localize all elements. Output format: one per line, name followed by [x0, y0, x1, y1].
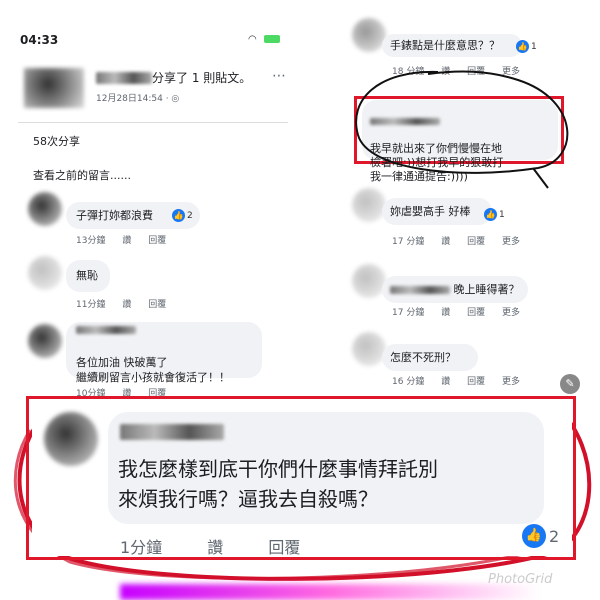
- like-link[interactable]: 讚: [122, 300, 131, 310]
- reply-link[interactable]: 回覆: [467, 377, 485, 387]
- reply-link[interactable]: 回覆: [148, 300, 166, 310]
- watermark: PhotoGrid: [488, 572, 553, 587]
- comment-meta: 16 分鐘 讚 回覆 更多: [392, 377, 520, 387]
- comment-avatar[interactable]: [28, 192, 62, 226]
- comment-text: 晚上睡得著？: [453, 283, 520, 296]
- like-link[interactable]: 讚: [441, 237, 450, 247]
- comment-like-count[interactable]: 👍 1: [516, 40, 537, 53]
- like-link[interactable]: 讚: [122, 236, 131, 246]
- comment-like-count[interactable]: 👍 1: [484, 208, 505, 221]
- comment-meta: 1分鐘 讚 回覆: [120, 538, 301, 557]
- battery-icon: [263, 35, 280, 43]
- comment-avatar[interactable]: [352, 332, 386, 366]
- bottom-color-strip: [120, 584, 540, 600]
- comment-bubble: 無恥: [66, 260, 110, 292]
- comment-meta: 13分鐘 讚 回覆: [76, 236, 167, 246]
- wifi-icon: ◠: [248, 34, 257, 45]
- status-icons: ◠: [248, 34, 280, 45]
- commenter-name-blurred: [120, 424, 224, 440]
- comment-text: 各位加油 快破萬了 繼續刷留言小孩就會復活了！！: [76, 356, 230, 384]
- reply-link[interactable]: 回覆: [148, 236, 166, 246]
- comment-avatar[interactable]: [28, 324, 62, 358]
- comment-avatar[interactable]: [44, 412, 98, 466]
- comment-avatar[interactable]: [28, 256, 62, 290]
- comment-text: 手錶點是什麼意思？？: [390, 39, 500, 52]
- more-link[interactable]: 更多: [502, 237, 520, 247]
- reply-link[interactable]: 回覆: [467, 308, 485, 318]
- reply-link[interactable]: 回覆: [268, 538, 300, 557]
- comment-bubble: 晚上睡得著？: [382, 276, 528, 303]
- comment-text: 我怎麼樣到底干你們什麼事情拜託別 來煩我行嗎？逼我去自殺嗎？: [118, 457, 438, 511]
- share-action-text: 分享了 1 則貼文。: [152, 71, 252, 85]
- comment-avatar[interactable]: [352, 264, 386, 298]
- comment-meta: 17 分鐘 讚 回覆 更多: [392, 237, 520, 247]
- comment-text: 怎麼不死刑？: [390, 351, 456, 364]
- view-previous-comments[interactable]: 查看之前的留言......: [33, 167, 131, 183]
- comment-text: 妳虐嬰高手 好棒: [390, 205, 471, 218]
- more-link[interactable]: 更多: [502, 308, 520, 318]
- like-link[interactable]: 讚: [207, 538, 223, 557]
- status-time: 04:33: [20, 33, 59, 47]
- shares-count[interactable]: 58次分享: [33, 133, 80, 149]
- reply-link[interactable]: 回覆: [467, 237, 485, 247]
- sharer-avatar: [24, 68, 84, 108]
- comment-meta: 17 分鐘 讚 回覆 更多: [392, 308, 520, 318]
- comment-bubble: 手錶點是什麼意思？？: [382, 34, 522, 57]
- share-date: 12月28日14:54 · ◎: [96, 94, 180, 104]
- commenter-name-blurred: [390, 286, 450, 294]
- comment-text: 子彈打妳都浪費: [76, 209, 153, 222]
- more-link[interactable]: 更多: [502, 377, 520, 387]
- like-link[interactable]: 讚: [441, 377, 450, 387]
- comment-bubble: 妳虐嬰高手 好棒: [382, 198, 492, 225]
- like-link[interactable]: 讚: [441, 308, 450, 318]
- thumbs-up-icon: 👍: [172, 209, 185, 222]
- comment-like-count[interactable]: 👍 2: [522, 524, 559, 548]
- thumbs-up-icon: 👍: [522, 524, 546, 548]
- sharer-name-blurred: [96, 72, 152, 84]
- thumbs-up-icon: 👍: [516, 40, 529, 53]
- more-options-icon[interactable]: ⋯: [272, 68, 286, 84]
- divider: [18, 122, 288, 123]
- comment-like-count[interactable]: 👍 2: [172, 209, 193, 222]
- thumbs-up-icon: 👍: [484, 208, 497, 221]
- hand-drawn-circle-right: [355, 70, 569, 189]
- comment-meta: 11分鐘 讚 回覆: [76, 300, 167, 310]
- commenter-name-blurred: [76, 326, 136, 334]
- comment-text: 無恥: [76, 269, 98, 282]
- comment-avatar[interactable]: [352, 18, 386, 52]
- comment-bubble: 怎麼不死刑？: [382, 344, 478, 371]
